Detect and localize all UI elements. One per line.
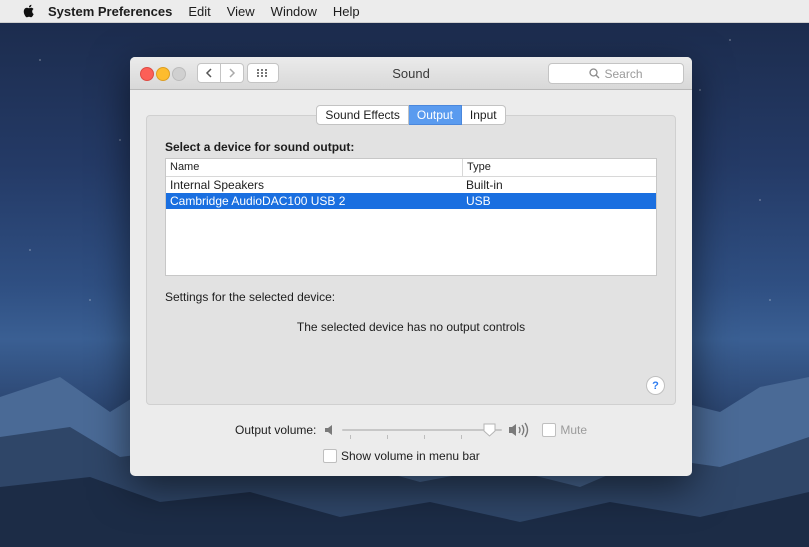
search-field[interactable]: Search xyxy=(548,63,684,84)
slider-thumb[interactable] xyxy=(483,423,496,437)
menu-help[interactable]: Help xyxy=(333,4,360,19)
output-volume-row: Output volume: Mute xyxy=(235,422,587,439)
menu-window[interactable]: Window xyxy=(271,4,317,19)
volume-slider[interactable] xyxy=(342,423,503,439)
apple-logo-icon[interactable] xyxy=(22,4,36,18)
help-button[interactable]: ? xyxy=(646,376,665,395)
slider-tick xyxy=(424,435,426,439)
settings-label: Settings for the selected device: xyxy=(165,290,336,304)
device-type: USB xyxy=(466,194,491,208)
column-header-type[interactable]: Type xyxy=(463,159,491,176)
slider-track xyxy=(342,429,503,431)
table-row[interactable]: Internal Speakers Built-in xyxy=(166,177,656,193)
slider-tick xyxy=(461,435,463,439)
menu-edit[interactable]: Edit xyxy=(188,4,210,19)
search-icon xyxy=(589,68,600,79)
output-panel: Select a device for sound output: Name T… xyxy=(146,115,676,405)
mute-toggle[interactable]: Mute xyxy=(542,423,587,437)
device-name: Cambridge AudioDAC100 USB 2 xyxy=(170,194,346,208)
no-controls-message: The selected device has no output contro… xyxy=(296,320,526,334)
slider-tick xyxy=(387,435,389,439)
tab-output[interactable]: Output xyxy=(408,105,462,125)
sound-preferences-window: Sound Search Sound Effects Output Input … xyxy=(130,57,692,476)
menu-system-preferences[interactable]: System Preferences xyxy=(48,4,172,19)
table-row-selected[interactable]: Cambridge AudioDAC100 USB 2 USB xyxy=(166,193,656,209)
output-volume-label: Output volume: xyxy=(235,423,317,437)
tab-bar: Sound Effects Output Input xyxy=(130,105,692,125)
show-volume-toggle[interactable]: Show volume in menu bar xyxy=(323,449,480,463)
mute-label: Mute xyxy=(560,423,588,437)
mute-checkbox[interactable] xyxy=(542,423,557,437)
menu-view[interactable]: View xyxy=(227,4,255,19)
speaker-high-icon xyxy=(509,422,529,438)
title-bar: Sound Search xyxy=(130,57,692,90)
column-header-name[interactable]: Name xyxy=(166,159,463,176)
speaker-low-icon xyxy=(325,425,333,435)
device-name: Internal Speakers xyxy=(170,178,265,192)
table-header: Name Type xyxy=(166,159,656,177)
show-volume-checkbox[interactable] xyxy=(323,449,337,463)
device-table: Name Type Internal Speakers Built-in Cam… xyxy=(165,158,657,276)
menu-bar: System Preferences Edit View Window Help xyxy=(0,0,809,23)
search-placeholder: Search xyxy=(604,66,643,81)
show-volume-label: Show volume in menu bar xyxy=(341,449,480,463)
slider-tick xyxy=(350,435,352,439)
device-type: Built-in xyxy=(466,178,503,192)
tab-input[interactable]: Input xyxy=(461,105,506,125)
output-device-heading: Select a device for sound output: xyxy=(165,140,355,154)
tab-sound-effects[interactable]: Sound Effects xyxy=(316,105,409,125)
